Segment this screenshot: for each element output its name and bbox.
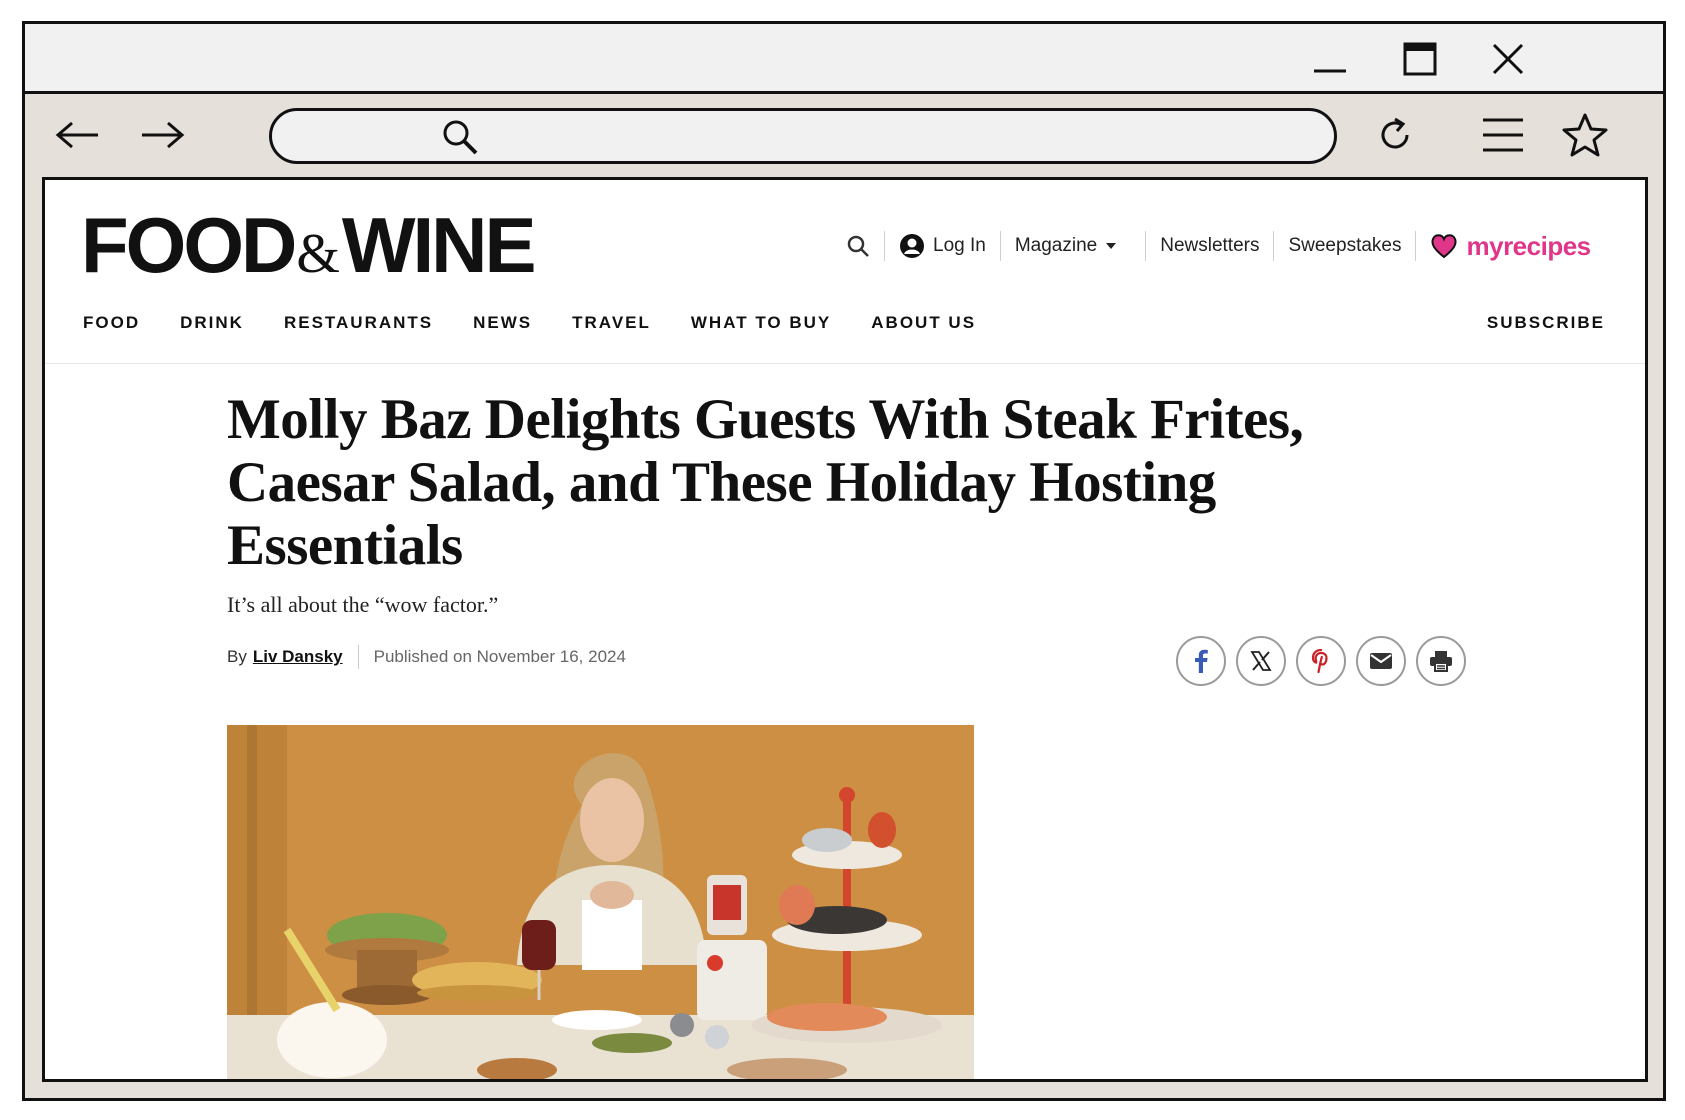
sweepstakes-label: Sweepstakes: [1288, 235, 1402, 256]
utility-nav: Log In Magazine Newsletters Sweepstakes: [832, 228, 1605, 264]
search-icon: [847, 235, 869, 257]
print-button[interactable]: [1416, 636, 1466, 686]
myrecipes-logo: myrecipes: [1466, 230, 1591, 262]
close-button[interactable]: [1483, 36, 1533, 82]
share-x-button[interactable]: [1236, 636, 1286, 686]
login-link[interactable]: Log In: [885, 231, 1000, 261]
email-icon: [1370, 653, 1392, 669]
divider: [357, 645, 359, 669]
address-bar[interactable]: [269, 108, 1337, 164]
byline-by: By: [227, 647, 247, 666]
hero-image: [227, 725, 974, 1079]
reload-icon: [1381, 117, 1409, 149]
newsletters-link[interactable]: Newsletters: [1146, 231, 1273, 261]
user-icon: [900, 234, 924, 258]
browser-window: FOOD&WINE Log In Magazine Newsletters Sw…: [22, 21, 1666, 1101]
article-dek: It’s all about the “wow factor.”: [227, 592, 499, 617]
share-bar: [1176, 636, 1466, 686]
page-viewport: FOOD&WINE Log In Magazine Newsletters Sw…: [42, 177, 1648, 1082]
arrow-right-icon: [142, 121, 185, 149]
logo-ampersand: &: [296, 223, 340, 285]
minimize-button[interactable]: [1305, 36, 1355, 82]
nav-item-about-us[interactable]: ABOUT US: [871, 313, 976, 333]
close-icon: [1492, 43, 1524, 75]
minimize-icon: [1314, 69, 1346, 73]
sweepstakes-link[interactable]: Sweepstakes: [1274, 231, 1415, 261]
nav-item-what-to-buy[interactable]: WHAT TO BUY: [691, 313, 831, 333]
star-icon: [1562, 113, 1608, 157]
bookmark-button[interactable]: [1560, 112, 1610, 158]
arrow-left-icon: [55, 121, 98, 149]
newsletters-label: Newsletters: [1160, 235, 1260, 256]
login-label: Log In: [933, 235, 986, 256]
title-bar: [25, 24, 1663, 94]
heart-icon: [1431, 234, 1458, 259]
pinterest-icon: [1311, 648, 1328, 674]
share-pinterest-button[interactable]: [1296, 636, 1346, 686]
logo-wine: WINE: [341, 201, 537, 289]
hero-photo-illustration: [227, 725, 974, 1079]
print-icon: [1430, 651, 1452, 672]
magazine-dropdown[interactable]: Magazine: [1001, 231, 1131, 261]
reload-button[interactable]: [1370, 112, 1420, 158]
maximize-button[interactable]: [1395, 36, 1445, 82]
share-email-button[interactable]: [1356, 636, 1406, 686]
myrecipes-my: my: [1466, 230, 1504, 261]
main-nav: FOOD DRINK RESTAURANTS NEWS TRAVEL WHAT …: [83, 313, 1016, 333]
site-logo[interactable]: FOOD&WINE: [81, 206, 537, 285]
facebook-icon: [1195, 649, 1208, 673]
menu-button[interactable]: [1478, 112, 1528, 158]
forward-button[interactable]: [137, 112, 187, 158]
share-facebook-button[interactable]: [1176, 636, 1226, 686]
x-icon: [1250, 651, 1272, 671]
browser-toolbar: [25, 94, 1663, 176]
nav-item-travel[interactable]: TRAVEL: [572, 313, 651, 333]
byline: By Liv Dansky Published on November 16, …: [227, 645, 626, 669]
back-button[interactable]: [53, 112, 103, 158]
publish-date: Published on November 16, 2024: [373, 647, 626, 666]
site-search-button[interactable]: [832, 231, 884, 261]
site-header: FOOD&WINE Log In Magazine Newsletters Sw…: [45, 180, 1645, 364]
nav-item-news[interactable]: NEWS: [473, 313, 532, 333]
nav-item-drink[interactable]: DRINK: [180, 313, 244, 333]
nav-item-food[interactable]: FOOD: [83, 313, 140, 333]
myrecipes-link[interactable]: myrecipes: [1416, 231, 1604, 261]
logo-food: FOOD: [81, 201, 297, 289]
search-icon: [443, 120, 478, 155]
myrecipes-recipes: recipes: [1503, 230, 1591, 261]
caret-down-icon: [1106, 243, 1117, 249]
article-headline: Molly Baz Delights Guests With Steak Fri…: [227, 388, 1304, 577]
subscribe-link[interactable]: SUBSCRIBE: [1487, 313, 1605, 333]
hamburger-menu-icon: [1483, 118, 1523, 152]
nav-item-restaurants[interactable]: RESTAURANTS: [284, 313, 433, 333]
magazine-label: Magazine: [1014, 235, 1098, 256]
maximize-icon: [1403, 42, 1437, 76]
author-link[interactable]: Liv Dansky: [253, 647, 343, 667]
